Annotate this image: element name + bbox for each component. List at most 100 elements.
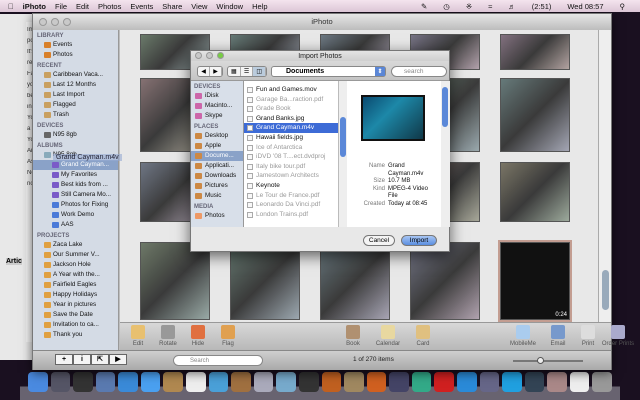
sidebar-item[interactable]: Thank you <box>33 330 118 340</box>
file-item[interactable]: Keynote <box>244 181 338 191</box>
file-list-scrollbar[interactable] <box>339 81 347 227</box>
forward-button[interactable]: ▶ <box>210 67 222 76</box>
sidebar-item[interactable]: Invitation to ca... <box>33 320 118 330</box>
close-button[interactable] <box>39 18 47 26</box>
battery-status[interactable]: (2:51) <box>532 2 552 11</box>
dialog-sidebar-item[interactable]: iDisk <box>191 91 243 101</box>
dialog-sidebar-item[interactable]: Skype <box>191 111 243 121</box>
sidebar-item[interactable]: Events <box>33 40 118 50</box>
clock-icon[interactable] <box>73 372 93 392</box>
menu-file[interactable]: File <box>55 2 67 11</box>
sidebar-item[interactable]: Zaca Lake <box>33 240 118 250</box>
wifi-icon[interactable]: ≈ <box>488 2 492 11</box>
menu-share[interactable]: Share <box>162 2 182 11</box>
sidebar-item[interactable]: Happy Holidays <box>33 290 118 300</box>
script-editor-icon[interactable] <box>389 372 409 392</box>
sidebar-item[interactable]: Save the Date <box>33 310 118 320</box>
address-book-icon[interactable] <box>163 372 184 392</box>
slideshow-button[interactable]: ▶ <box>109 354 127 365</box>
file-item[interactable]: iDVD '08 T....ect.dvdproj <box>244 152 338 162</box>
icon-view-button[interactable]: ▦ <box>228 67 241 76</box>
zoom-button[interactable] <box>63 18 71 26</box>
sidebar-item[interactable]: Our Summer V... <box>33 250 118 260</box>
imovie-icon[interactable] <box>298 372 319 392</box>
menu-events[interactable]: Events <box>130 2 153 11</box>
photo-thumbnail[interactable] <box>500 34 570 70</box>
dialog-zoom-button[interactable] <box>217 52 224 59</box>
section-header-library[interactable]: LIBRARY <box>37 33 118 39</box>
sidebar-item[interactable]: Flagged <box>33 100 118 110</box>
file-item[interactable]: London Trains.pdf <box>244 210 338 220</box>
location-popup[interactable]: Documents ⇕ <box>271 66 386 77</box>
sidebar-item[interactable]: Trash <box>33 110 118 120</box>
ical-icon[interactable] <box>186 372 206 392</box>
trash-icon[interactable] <box>592 372 613 392</box>
file-item[interactable]: Grand Banks.jpg <box>244 114 338 124</box>
pages-icon[interactable] <box>344 372 364 392</box>
dialog-sidebar-item[interactable]: Music <box>191 191 243 201</box>
bluetooth-icon[interactable]: ※ <box>466 2 472 11</box>
sidebar-item[interactable]: Grand Cayman... <box>33 160 118 170</box>
import-button[interactable]: Import <box>401 235 437 246</box>
card-button[interactable]: Card <box>405 325 441 347</box>
file-item[interactable]: Grand Cayman.m4v <box>244 123 338 133</box>
time-machine-icon[interactable]: ◷ <box>443 2 450 11</box>
dialog-sidebar-item[interactable]: Downloads <box>191 171 243 181</box>
script-menu-icon[interactable]: ✎ <box>421 2 427 11</box>
section-header-recent[interactable]: RECENT <box>37 63 118 69</box>
iphoto-icon[interactable] <box>231 372 251 392</box>
file-item[interactable]: Ice of Antarctica <box>244 143 338 153</box>
dialog-search-input[interactable]: search <box>391 66 447 77</box>
flag-button[interactable]: Flag <box>210 325 246 347</box>
garageband-icon[interactable] <box>321 372 342 392</box>
back-button[interactable]: ◀ <box>198 67 210 76</box>
cancel-button[interactable]: Cancel <box>363 235 395 246</box>
menu-edit[interactable]: Edit <box>76 2 89 11</box>
list-view-button[interactable]: ☰ <box>241 67 254 76</box>
search-input[interactable]: Search <box>173 355 263 366</box>
menu-window[interactable]: Window <box>216 2 243 11</box>
file-item[interactable]: Le Tour de France.pdf <box>244 191 338 201</box>
section-header-albums[interactable]: ALBUMS <box>37 143 118 149</box>
sidebar-item[interactable]: Still Camera Mo... <box>33 190 118 200</box>
dialog-sidebar-item[interactable]: Macinto... <box>191 101 243 111</box>
add-button[interactable]: + <box>55 354 73 365</box>
photo-thumbnail[interactable] <box>320 242 390 320</box>
dialog-sidebar-item[interactable]: Pictures <box>191 181 243 191</box>
sidebar-item[interactable]: Photos for Fixing <box>33 200 118 210</box>
slider-knob[interactable] <box>537 357 544 364</box>
iphoto-library-icon[interactable] <box>479 372 500 392</box>
mobileme-button[interactable]: MobileMe <box>505 325 541 347</box>
order-prints-button[interactable]: Order Prints <box>600 325 636 347</box>
text-document-icon[interactable] <box>569 372 590 392</box>
dialog-sidebar-item[interactable]: Apple <box>191 141 243 151</box>
file-item[interactable]: Jamestown Architects <box>244 171 338 181</box>
sidebar-item[interactable]: Best kids from ... <box>33 180 118 190</box>
sidebar-item[interactable]: Last Import <box>33 90 118 100</box>
photo-thumbnail[interactable] <box>230 242 300 320</box>
file-item[interactable]: Leonardo Da Vinci.pdf <box>244 200 338 210</box>
file-item[interactable]: Fun and Games.mov <box>244 85 338 95</box>
volume-icon[interactable]: ♬ <box>508 2 516 11</box>
sidebar-item[interactable]: A Year with the... <box>33 270 118 280</box>
dialog-sidebar-item[interactable]: Docume... <box>191 151 243 161</box>
section-header-projects[interactable]: PROJECTS <box>37 233 118 239</box>
sidebar-item[interactable]: Year in pictures <box>33 300 118 310</box>
book-button[interactable]: Book <box>335 325 371 347</box>
aquarium-icon[interactable] <box>276 372 296 392</box>
downloads-icon[interactable] <box>524 372 545 392</box>
fullscreen-button[interactable]: ⇱ <box>91 354 109 365</box>
sidebar-item[interactable]: N95 8gb <box>33 130 118 140</box>
menu-photos[interactable]: Photos <box>98 2 121 11</box>
minimize-button[interactable] <box>51 18 59 26</box>
etexteditor-icon[interactable] <box>434 372 454 392</box>
column-view-button[interactable]: ◫ <box>253 67 267 76</box>
photo-thumbnail[interactable] <box>410 242 480 320</box>
menu-view[interactable]: View <box>191 2 207 11</box>
file-item[interactable]: Garage Ba...raction.pdf <box>244 95 338 105</box>
sidebar-item[interactable]: AAS <box>33 220 118 230</box>
photo-thumbnail[interactable] <box>500 162 570 222</box>
finder-icon[interactable] <box>28 372 48 392</box>
info-button[interactable]: i <box>73 354 91 365</box>
skype-icon[interactable] <box>502 372 522 392</box>
